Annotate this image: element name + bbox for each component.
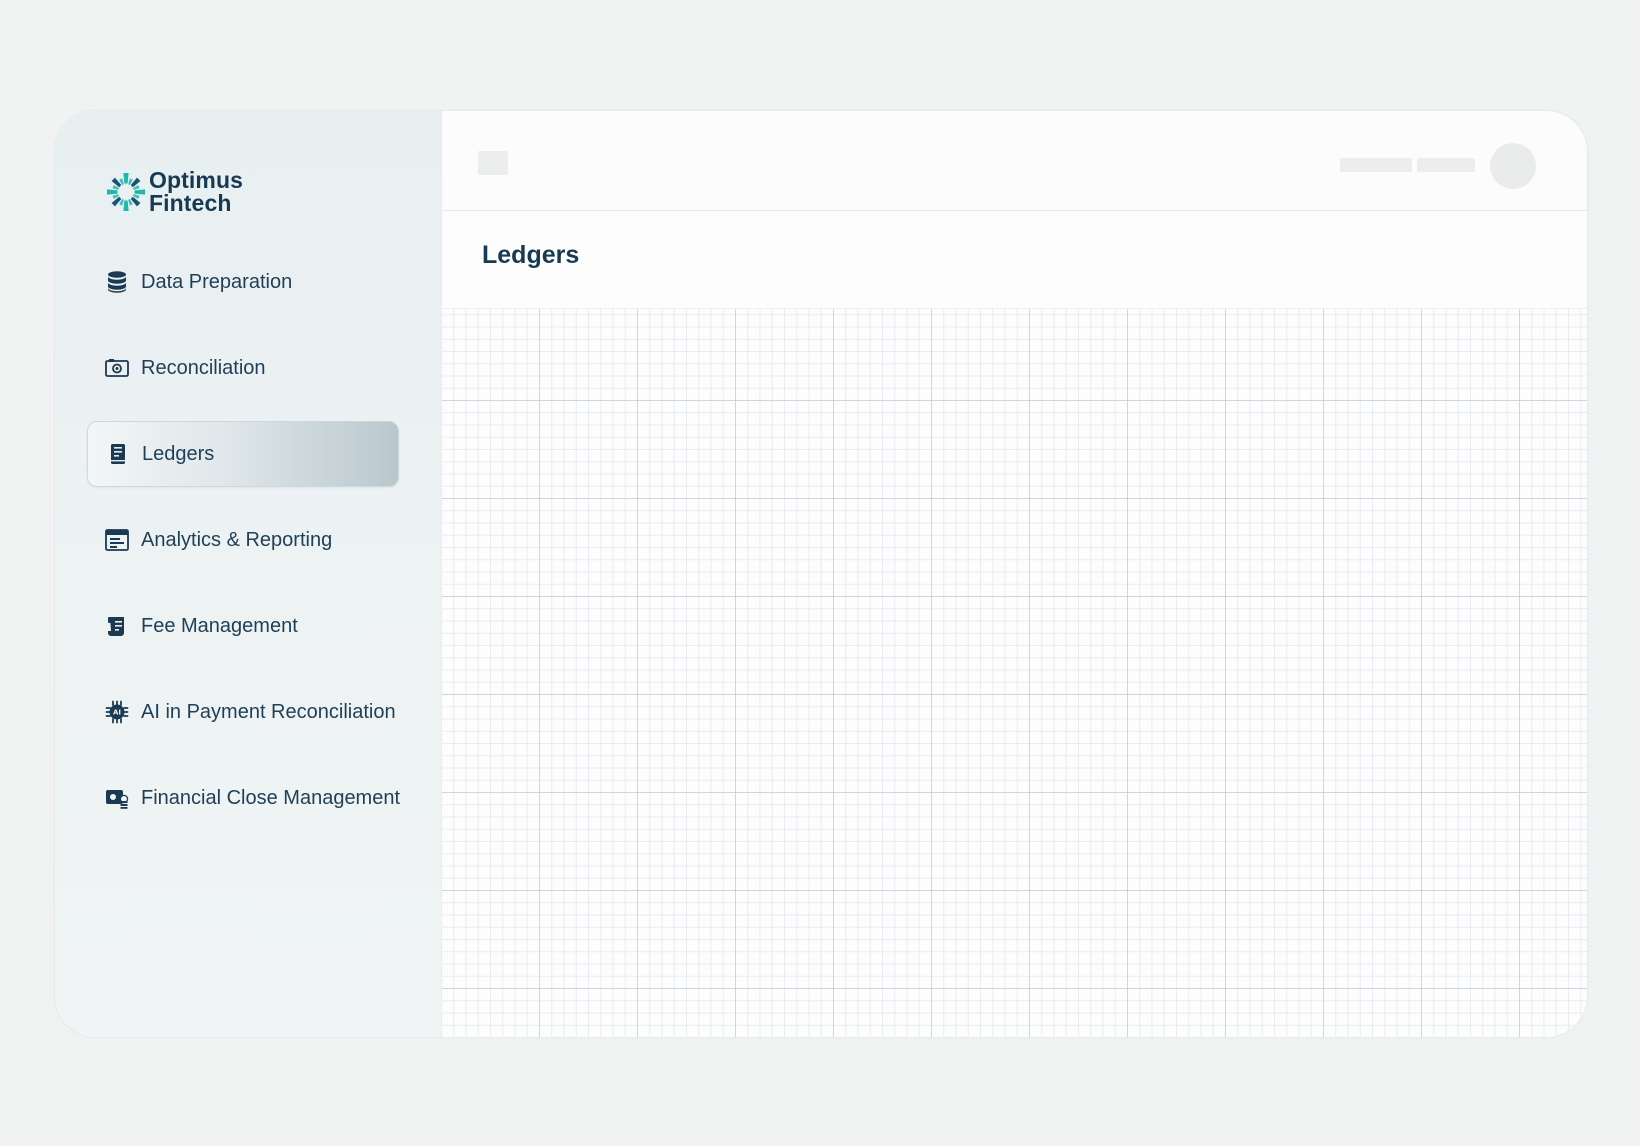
content-grid-canvas — [442, 309, 1587, 1037]
sidebar-item-label: AI in Payment Reconciliation — [141, 700, 396, 723]
brand-name: Optimus Fintech — [149, 169, 243, 215]
sidebar-item-label: Financial Close Management — [141, 786, 401, 809]
page-header: Ledgers — [442, 211, 1587, 309]
report-window-icon — [105, 528, 129, 552]
starburst-logo-icon — [107, 173, 145, 211]
app-window: Optimus Fintech Data Preparation Reconci… — [54, 110, 1588, 1038]
sidebar: Optimus Fintech Data Preparation Reconci… — [55, 111, 442, 1037]
menu-placeholder-block[interactable] — [478, 151, 508, 175]
sidebar-item-label: Analytics & Reporting — [141, 528, 333, 551]
main-content: Ledgers — [442, 111, 1587, 1037]
sidebar-item-fee-management[interactable]: Fee Management — [87, 593, 399, 659]
ai-chip-icon: AI — [105, 700, 129, 724]
sidebar-item-ledgers[interactable]: Ledgers — [87, 421, 399, 487]
user-info-placeholder — [1340, 158, 1412, 172]
svg-text:AI: AI — [113, 709, 121, 717]
brand-logo[interactable]: Optimus Fintech — [105, 169, 243, 215]
sidebar-item-label: Ledgers — [142, 442, 215, 465]
sidebar-item-analytics-reporting[interactable]: Analytics & Reporting — [87, 507, 399, 573]
camera-gear-icon — [105, 356, 129, 380]
sidebar-item-reconciliation[interactable]: Reconciliation — [87, 335, 399, 401]
sidebar-item-ai-payment-reconciliation[interactable]: AI AI in Payment Reconciliation — [87, 679, 399, 745]
sidebar-item-label: Fee Management — [141, 614, 298, 637]
sidebar-item-label: Reconciliation — [141, 356, 266, 379]
page-title: Ledgers — [482, 241, 580, 269]
sidebar-item-financial-close-management[interactable]: Financial Close Management — [87, 765, 401, 831]
top-bar — [442, 111, 1587, 211]
avatar[interactable] — [1490, 143, 1536, 189]
brand-name-line1: Optimus — [149, 167, 243, 193]
brand-name-line2: Fintech — [149, 190, 232, 216]
user-role-placeholder — [1417, 158, 1475, 172]
receipt-scroll-icon — [105, 614, 129, 638]
sidebar-item-label: Data Preparation — [141, 270, 293, 293]
database-icon — [105, 270, 129, 294]
wallet-stack-icon — [105, 786, 129, 810]
sidebar-item-data-preparation[interactable]: Data Preparation — [87, 249, 399, 315]
ledger-book-icon — [106, 442, 130, 466]
